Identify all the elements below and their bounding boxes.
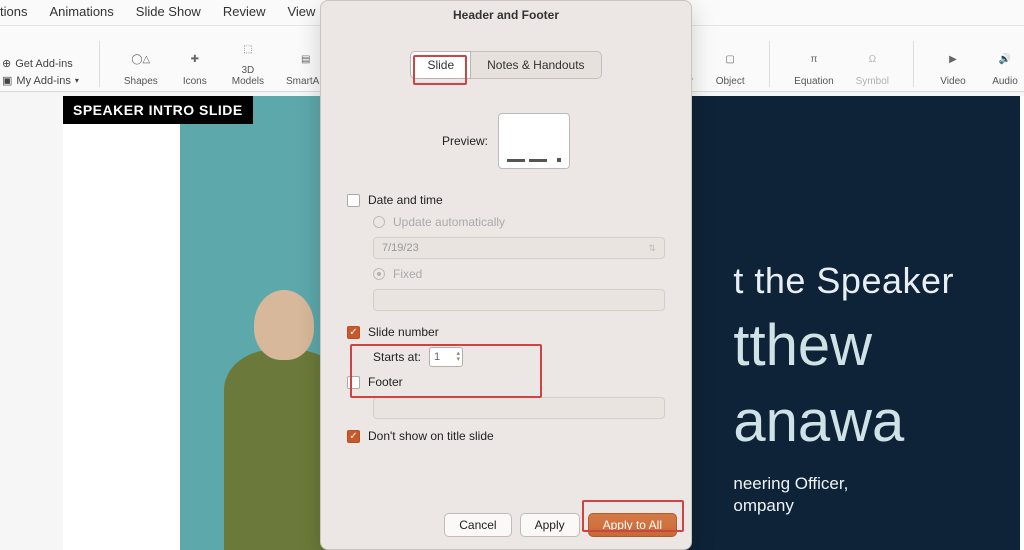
chevron-down-icon: ▾ bbox=[75, 76, 79, 85]
slide-number-checkbox[interactable]: ✓ bbox=[347, 326, 360, 339]
header-footer-dialog: Header and Footer Slide Notes & Handouts… bbox=[320, 0, 692, 550]
stepper-icon: ▴▾ bbox=[457, 351, 461, 363]
preview-label: Preview: bbox=[442, 134, 488, 148]
speaker-text-block: t the Speaker tthew anawa neering Office… bbox=[733, 260, 954, 516]
speaker-role-line2: ompany bbox=[733, 496, 954, 516]
menu-review[interactable]: Review bbox=[223, 4, 266, 19]
speaker-icon: 🔊 bbox=[990, 45, 1020, 75]
menu-transitions[interactable]: tions bbox=[0, 4, 27, 19]
slide-title-tag: SPEAKER INTRO SLIDE bbox=[63, 96, 253, 124]
footer-text-input[interactable] bbox=[373, 397, 665, 419]
speaker-name-line1: tthew bbox=[733, 314, 954, 378]
icons-button[interactable]: ✚ Icons bbox=[176, 45, 214, 88]
speaker-role-line1: neering Officer, bbox=[733, 474, 954, 494]
date-time-checkbox[interactable] bbox=[347, 194, 360, 207]
cube-icon: ⬚ bbox=[233, 34, 263, 64]
slide-number-label: Slide number bbox=[368, 325, 439, 339]
menu-slide-show[interactable]: Slide Show bbox=[136, 4, 201, 19]
tab-notes-handouts[interactable]: Notes & Handouts bbox=[471, 51, 601, 79]
addin-icon: ▣ bbox=[2, 74, 12, 87]
dialog-title: Header and Footer bbox=[321, 1, 691, 29]
icons-icon: ✚ bbox=[180, 45, 210, 75]
object-icon: ▢ bbox=[715, 45, 745, 75]
update-auto-radio[interactable] bbox=[373, 216, 385, 228]
date-time-label: Date and time bbox=[368, 193, 443, 207]
my-addins-button[interactable]: ▣ My Add-ins ▾ bbox=[2, 74, 79, 87]
omega-icon: Ω bbox=[857, 45, 887, 75]
audio-button[interactable]: 🔊 Audio bbox=[986, 45, 1024, 88]
video-icon: ▶ bbox=[938, 45, 968, 75]
video-button[interactable]: ▶ Video bbox=[934, 45, 972, 88]
footer-label: Footer bbox=[368, 375, 403, 389]
apply-to-all-button[interactable]: Apply to All bbox=[588, 513, 677, 537]
object-button[interactable]: ▢ Object bbox=[711, 45, 749, 88]
fixed-label: Fixed bbox=[393, 267, 422, 281]
symbol-button[interactable]: Ω Symbol bbox=[852, 45, 893, 88]
date-format-select[interactable]: 7/19/23 ⇅ bbox=[373, 237, 665, 259]
starts-at-label: Starts at: bbox=[373, 350, 421, 364]
dont-show-title-label: Don't show on title slide bbox=[368, 429, 494, 443]
equation-button[interactable]: π Equation bbox=[790, 45, 837, 88]
shapes-button[interactable]: ◯△ Shapes bbox=[120, 45, 162, 88]
about-speaker-heading: t the Speaker bbox=[733, 260, 954, 302]
shapes-icon: ◯△ bbox=[126, 45, 156, 75]
fixed-radio[interactable] bbox=[373, 268, 385, 280]
preview-thumbnail bbox=[498, 113, 570, 169]
dialog-tabs: Slide Notes & Handouts bbox=[321, 51, 691, 79]
menu-view[interactable]: View bbox=[287, 4, 315, 19]
starts-at-input[interactable]: 1 ▴▾ bbox=[429, 347, 463, 367]
pi-icon: π bbox=[799, 45, 829, 75]
get-addins-button[interactable]: ⊕ Get Add-ins bbox=[2, 57, 79, 70]
tab-slide[interactable]: Slide bbox=[410, 51, 471, 79]
speaker-name-line2: anawa bbox=[733, 390, 954, 454]
update-auto-label: Update automatically bbox=[393, 215, 505, 229]
cancel-button[interactable]: Cancel bbox=[444, 513, 511, 537]
menu-animations[interactable]: Animations bbox=[49, 4, 113, 19]
dont-show-title-checkbox[interactable]: ✓ bbox=[347, 430, 360, 443]
footer-checkbox[interactable] bbox=[347, 376, 360, 389]
chevron-updown-icon: ⇅ bbox=[648, 243, 656, 254]
fixed-date-input[interactable] bbox=[373, 289, 665, 311]
3d-models-button[interactable]: ⬚ 3D Models bbox=[228, 34, 268, 87]
addin-store-icon: ⊕ bbox=[2, 57, 11, 70]
smartart-icon: ▤ bbox=[291, 45, 321, 75]
apply-button[interactable]: Apply bbox=[520, 513, 580, 537]
